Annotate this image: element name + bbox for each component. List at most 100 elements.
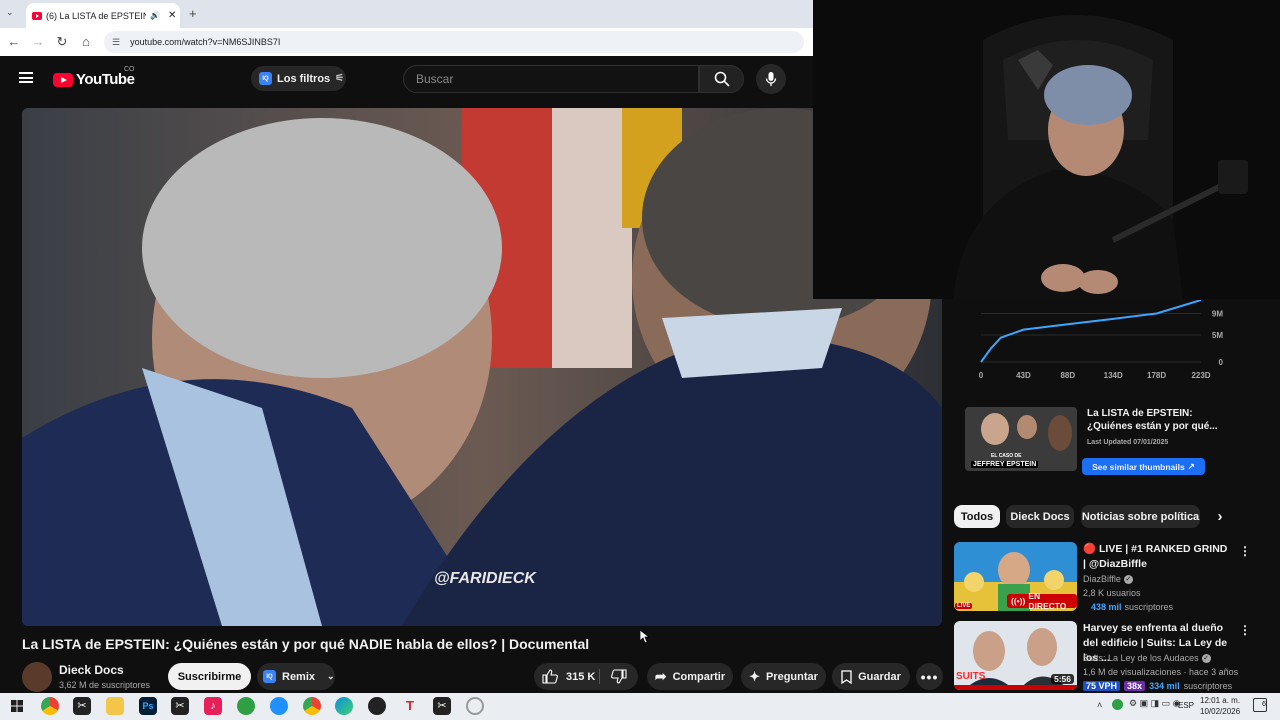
language-indicator[interactable]: ESP xyxy=(1178,701,1194,710)
channel-avatar[interactable] xyxy=(22,662,52,692)
subscribe-button[interactable]: Suscribirme xyxy=(168,663,251,690)
close-tab-icon[interactable]: ✕ xyxy=(168,10,176,21)
mouse-cursor-icon xyxy=(639,629,651,649)
rec-channel-row: DiazBiffle ✓ xyxy=(1083,574,1133,584)
rec-meta: 1,6 M de visualizaciones · hace 3 años xyxy=(1083,667,1239,677)
ask-button[interactable]: ✦ Preguntar xyxy=(741,663,826,690)
rec-channel[interactable]: Suits: La Ley de los Audaces xyxy=(1083,653,1199,663)
recommendation-item[interactable]: LIVE ((•)) EN DIRECTO 🔴 LIVE | #1 RANKED… xyxy=(954,542,1254,614)
dislike-button[interactable] xyxy=(611,669,627,687)
share-button[interactable]: ➦ Compartir xyxy=(647,663,733,690)
tray-icons[interactable]: ⚙ ▣ ◨ ▭ ◉ xyxy=(1129,698,1180,709)
chip-channel[interactable]: Dieck Docs xyxy=(1006,505,1074,528)
divider xyxy=(599,669,600,684)
tiktok-icon[interactable]: ♪ xyxy=(204,697,222,715)
external-link-icon: ↗ xyxy=(1187,461,1195,471)
browser-tab-bar: ⌄ (6) La LISTA de EPSTEIN: ¿Q 🔊 ✕ + xyxy=(0,0,813,28)
chrome-icon[interactable] xyxy=(41,697,59,715)
search-input[interactable]: Buscar xyxy=(403,65,699,93)
obs-icon[interactable] xyxy=(368,697,386,715)
notification-icon[interactable]: 6 xyxy=(1253,698,1267,712)
back-icon[interactable]: ← xyxy=(2,34,26,49)
save-label: Guardar xyxy=(858,670,901,683)
app-icon-green[interactable] xyxy=(237,697,255,715)
recommendation-chips: Todos Dieck Docs Noticias sobre política… xyxy=(954,505,1244,529)
live-tag: LIVE xyxy=(955,603,973,609)
recommendation-item[interactable]: SUITS 5:56 Harvey se enfrenta al dueño d… xyxy=(954,621,1254,693)
like-button[interactable]: 315 K xyxy=(542,669,595,684)
channel-name[interactable]: Dieck Docs xyxy=(59,663,124,677)
rec-channel[interactable]: DiazBiffle xyxy=(1083,574,1121,584)
views-line-chart: 9M 5M 0 0 43D 88D 134D 178D 223D xyxy=(979,299,1224,380)
more-actions-button[interactable]: ••• xyxy=(916,663,943,690)
youtube-play-icon xyxy=(53,72,73,87)
speaker-icon[interactable]: 🔊 xyxy=(150,11,160,20)
photoshop-icon[interactable]: Ps xyxy=(139,697,157,715)
insight-thumbnail[interactable]: EL CASO DE JEFFREY EPSTEIN xyxy=(965,407,1077,471)
address-bar[interactable]: ☰ youtube.com/watch?v=NM6SJINBS7I xyxy=(104,31,804,53)
youtube-favicon-icon xyxy=(32,11,42,20)
iq-remix-icon: IQ xyxy=(263,670,276,683)
more-horizontal-icon: ••• xyxy=(920,668,939,685)
notification-count: 6 xyxy=(1262,701,1266,708)
new-tab-icon[interactable]: + xyxy=(189,6,197,21)
app-icon-blue[interactable] xyxy=(270,697,288,715)
browser-tab[interactable]: (6) La LISTA de EPSTEIN: ¿Q 🔊 ✕ xyxy=(26,3,180,28)
chart-y-tick-label: 9M xyxy=(1212,309,1223,318)
site-info-icon[interactable]: ☰ xyxy=(112,37,120,48)
capcut-icon-2[interactable]: ✂ xyxy=(171,697,189,715)
video-player[interactable]: @FARIDIECK xyxy=(22,108,942,626)
filters-button[interactable]: IQ Los filtros ⚟ xyxy=(251,66,346,91)
rec-subs-word: suscriptores xyxy=(1183,681,1233,691)
menu-icon[interactable] xyxy=(19,72,33,83)
sparkle-icon: ✦ xyxy=(749,668,760,684)
subscriber-count: 3,62 M de suscriptores xyxy=(59,680,151,690)
rec-channel-row: Suits: La Ley de los Audaces ✓ xyxy=(1083,653,1211,663)
remix-label: Remix xyxy=(282,670,316,683)
voice-search-button[interactable] xyxy=(756,64,786,94)
url-text: youtube.com/watch?v=NM6SJINBS7I xyxy=(130,37,281,47)
insight-title: La LISTA de EPSTEIN: ¿Quiénes están y po… xyxy=(1087,408,1218,432)
rec-thumbnail[interactable]: SUITS 5:56 xyxy=(954,621,1077,690)
video-watermark: @FARIDIECK xyxy=(434,570,536,587)
app-icon-red[interactable]: T xyxy=(401,697,419,715)
windows-start-icon[interactable] xyxy=(8,697,26,715)
tray-app-icon[interactable] xyxy=(1112,699,1123,710)
file-explorer-icon[interactable] xyxy=(106,697,124,715)
rec-stats-row: 75 VPH 38x 334 mil suscriptores xyxy=(1083,681,1232,691)
chrome-icon-2[interactable] xyxy=(303,697,321,715)
more-vertical-icon[interactable]: ⋮ xyxy=(1239,544,1251,558)
bookmark-icon xyxy=(841,669,852,684)
see-similar-button[interactable]: See similar thumbnails ↗ xyxy=(1082,458,1205,475)
multiplier-badge: 38x xyxy=(1124,681,1146,691)
tab-list-icon[interactable]: ⌄ xyxy=(6,7,14,18)
see-similar-label: See similar thumbnails xyxy=(1092,461,1185,472)
tab-title: (6) La LISTA de EPSTEIN: ¿Q xyxy=(46,10,146,21)
chip-all[interactable]: Todos xyxy=(954,505,1000,528)
chevron-right-icon[interactable]: › xyxy=(1210,505,1230,528)
duration-badge: 5:56 xyxy=(1051,674,1075,684)
thumbs-up-icon xyxy=(542,669,558,684)
home-icon[interactable]: ⌂ xyxy=(74,34,98,49)
live-broadcast-icon: ((•)) xyxy=(1011,596,1026,606)
edge-icon[interactable] xyxy=(335,697,353,715)
chevron-up-icon[interactable]: ˄ xyxy=(1097,700,1102,710)
rec-title: 🔴 LIVE | #1 RANKED GRIND | @DiazBiffle xyxy=(1083,543,1228,570)
capcut-icon[interactable]: ✂ xyxy=(73,697,91,715)
save-button[interactable]: Guardar xyxy=(832,663,910,690)
chip-politics[interactable]: Noticias sobre política xyxy=(1081,505,1200,528)
rec-subs-word: suscriptores xyxy=(1124,602,1174,612)
forward-icon[interactable]: → xyxy=(26,34,50,49)
youtube-logo[interactable]: YouTube xyxy=(53,71,135,88)
verified-icon: ✓ xyxy=(1123,574,1133,584)
remix-button[interactable]: IQ Remix ⌄ xyxy=(257,663,335,690)
capcut-icon-3[interactable]: ✂ xyxy=(433,697,451,715)
search-button[interactable] xyxy=(699,65,744,93)
reload-icon[interactable]: ↻ xyxy=(50,34,74,50)
filters-label: Los filtros xyxy=(277,72,331,85)
app-icon-circle[interactable] xyxy=(466,697,484,715)
more-vertical-icon[interactable]: ⋮ xyxy=(1239,623,1251,637)
rec-thumbnail[interactable]: LIVE ((•)) EN DIRECTO xyxy=(954,542,1077,611)
clock[interactable]: 12:01 a. m. 10/02/2026 xyxy=(1200,695,1240,717)
clock-time: 12:01 a. m. xyxy=(1200,696,1241,705)
